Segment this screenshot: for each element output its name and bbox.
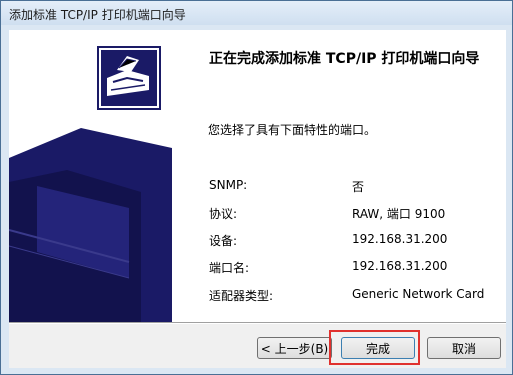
port-name-label: 端口名: [209, 261, 250, 275]
wizard-window: 添加标准 TCP/IP 打印机端口向导 正在完成添加标准 TCP/IP 打印机端… [0, 0, 513, 375]
port-name-value: 192.168.31.200 [352, 259, 448, 273]
device-value: 192.168.31.200 [352, 232, 448, 246]
finish-highlight-box [329, 330, 420, 365]
protocol-label: 协议: [209, 207, 238, 221]
wizard-client-area: 正在完成添加标准 TCP/IP 打印机端口向导 您选择了具有下面特性的端口。 S… [9, 30, 506, 368]
adapter-type-label: 适配器类型: [209, 289, 274, 303]
page-heading: 正在完成添加标准 TCP/IP 打印机端口向导 [209, 51, 480, 67]
device-label: 设备: [209, 234, 238, 248]
summary-text: 您选择了具有下面特性的端口。 [208, 123, 377, 137]
button-separator [9, 322, 506, 324]
back-button[interactable]: < 上一步(B) [257, 337, 332, 359]
title-bar[interactable]: 添加标准 TCP/IP 打印机端口向导 [1, 1, 512, 25]
wizard-sidebar [9, 30, 172, 322]
snmp-label: SNMP: [209, 178, 248, 192]
adapter-type-value: Generic Network Card [352, 287, 485, 301]
wizard-content: 正在完成添加标准 TCP/IP 打印机端口向导 您选择了具有下面特性的端口。 S… [172, 30, 506, 322]
protocol-value: RAW, 端口 9100 [352, 207, 446, 221]
snmp-value: 否 [352, 180, 365, 194]
wizard-sidebar-graphic [9, 30, 172, 322]
window-title: 添加标准 TCP/IP 打印机端口向导 [9, 8, 186, 22]
cancel-button[interactable]: 取消 [427, 337, 501, 359]
printer-icon [97, 46, 161, 110]
